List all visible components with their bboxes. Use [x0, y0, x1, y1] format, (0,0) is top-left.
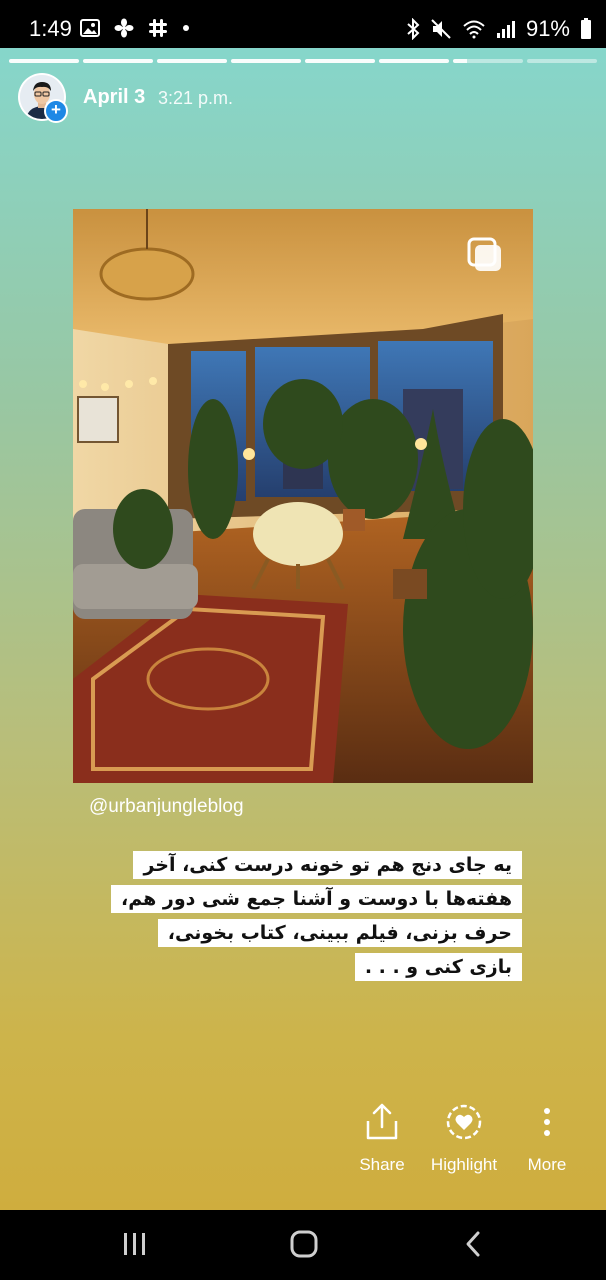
recent-apps-icon[interactable]	[120, 1230, 150, 1258]
battery-icon	[581, 18, 591, 39]
highlight-label: Highlight	[430, 1155, 498, 1174]
status-time: 1:49	[29, 16, 72, 41]
bluetooth-icon	[407, 18, 420, 40]
share-label: Share	[359, 1155, 405, 1174]
signal-icon	[496, 21, 515, 38]
avatar[interactable]: +	[18, 73, 68, 123]
slack-icon	[149, 19, 167, 37]
system-icons: 91%	[406, 16, 592, 42]
progress-segment-current	[453, 59, 523, 63]
story-view[interactable]: + April 3 3:21 p.m. @urbanjungleblog یه …	[0, 48, 606, 1210]
notification-icons	[80, 18, 190, 38]
caption-line: حرف بزنی، فیلم ببینی، کتاب بخونی،	[82, 916, 522, 950]
caption-line: هفته‌ها با دوست و آشنا جمع شی دور هم،	[82, 882, 522, 916]
story-time: 3:21 p.m.	[158, 88, 234, 108]
progress-segment	[305, 59, 375, 63]
share-icon	[366, 1103, 398, 1140]
more-icon	[544, 1108, 550, 1136]
more-label: More	[527, 1155, 567, 1174]
progress-segment	[9, 59, 79, 63]
add-story-icon[interactable]: +	[44, 99, 68, 123]
story-photo[interactable]	[73, 209, 533, 783]
fan-icon	[114, 18, 134, 38]
progress-segment	[379, 59, 449, 63]
system-nav-bar	[0, 1210, 606, 1280]
progress-segment	[157, 59, 227, 63]
highlight-icon	[446, 1104, 482, 1140]
story-actions: Share Highlight More	[0, 1103, 606, 1193]
story-caption: یه جای دنج هم تو خونه درست کنی، آخر هفته…	[82, 848, 522, 984]
wifi-icon	[463, 20, 485, 39]
highlight-button[interactable]: Highlight	[419, 1103, 509, 1175]
more-button[interactable]: More	[502, 1103, 592, 1175]
caption-line: یه جای دنج هم تو خونه درست کنی، آخر	[82, 848, 522, 882]
progress-segment	[527, 59, 597, 63]
gallery-icon	[80, 19, 100, 37]
battery-percent: 91%	[525, 16, 570, 41]
share-button[interactable]: Share	[337, 1103, 427, 1175]
back-icon[interactable]	[462, 1230, 486, 1258]
progress-segment	[231, 59, 301, 63]
mute-icon	[431, 19, 451, 39]
dot-icon	[183, 25, 189, 31]
story-progress	[9, 59, 597, 63]
progress-segment	[83, 59, 153, 63]
multi-photo-icon	[469, 239, 501, 271]
username-tag[interactable]: @urbanjungleblog	[89, 796, 244, 818]
story-date: April 3	[83, 86, 146, 108]
room-photo	[73, 209, 533, 783]
caption-line: بازی کنی و . . .	[82, 950, 522, 984]
home-icon[interactable]	[289, 1230, 319, 1258]
